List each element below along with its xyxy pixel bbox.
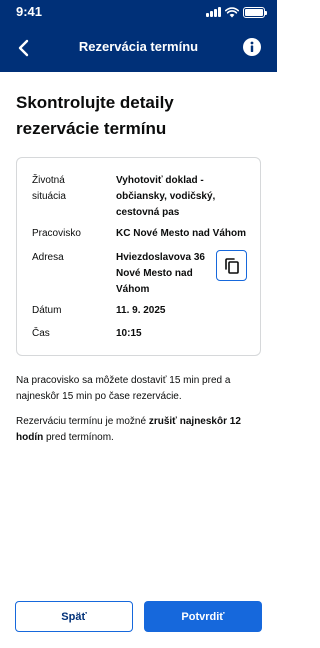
signal-icon — [206, 7, 221, 17]
detail-label: Pracovisko — [32, 228, 81, 239]
copy-icon — [224, 257, 239, 274]
detail-value: 11. 9. 2025 — [116, 305, 166, 316]
detail-value: 10:15 — [116, 328, 142, 339]
confirm-button[interactable]: Potvrdiť — [144, 601, 262, 632]
detail-value: KC Nové Mesto nad Váhom — [116, 228, 247, 239]
copy-address-button[interactable] — [216, 250, 247, 281]
cancellation-note-suffix: pred termínom. — [43, 432, 114, 443]
detail-label: Adresa — [32, 252, 64, 263]
system-icons — [206, 6, 267, 18]
cancellation-note: Rezerváciu termínu je možné zrušiť najne… — [16, 414, 261, 446]
wifi-icon — [225, 6, 239, 17]
arrival-note: Na pracovisko sa môžete dostaviť 15 min … — [16, 375, 231, 402]
detail-label: Čas — [32, 328, 50, 339]
cancellation-note-prefix: Rezerváciu termínu je možné — [16, 416, 149, 427]
status-bar: 9:41 — [0, 0, 277, 24]
info-icon — [250, 41, 254, 52]
review-heading: Skontrolujte detaily rezervácie termínu — [16, 93, 174, 138]
page-title: Rezervácia termínu — [78, 39, 199, 54]
back-action-button[interactable]: Späť — [15, 601, 133, 632]
reservation-details-card: Životná situácia Vyhotoviť doklad - obči… — [16, 157, 261, 356]
detail-label: Dátum — [32, 305, 62, 316]
status-time: 9:41 — [16, 4, 43, 19]
app-header: 9:41 Rezervácia termínu — [0, 0, 277, 72]
info-button[interactable] — [243, 38, 261, 56]
detail-label: Životná situácia — [32, 175, 66, 202]
battery-icon — [243, 6, 267, 18]
detail-value: Vyhotoviť doklad - občiansky, vodičský, … — [116, 175, 216, 218]
detail-value: Hviezdoslavova 36 Nové Mesto nad Váhom — [116, 252, 205, 295]
